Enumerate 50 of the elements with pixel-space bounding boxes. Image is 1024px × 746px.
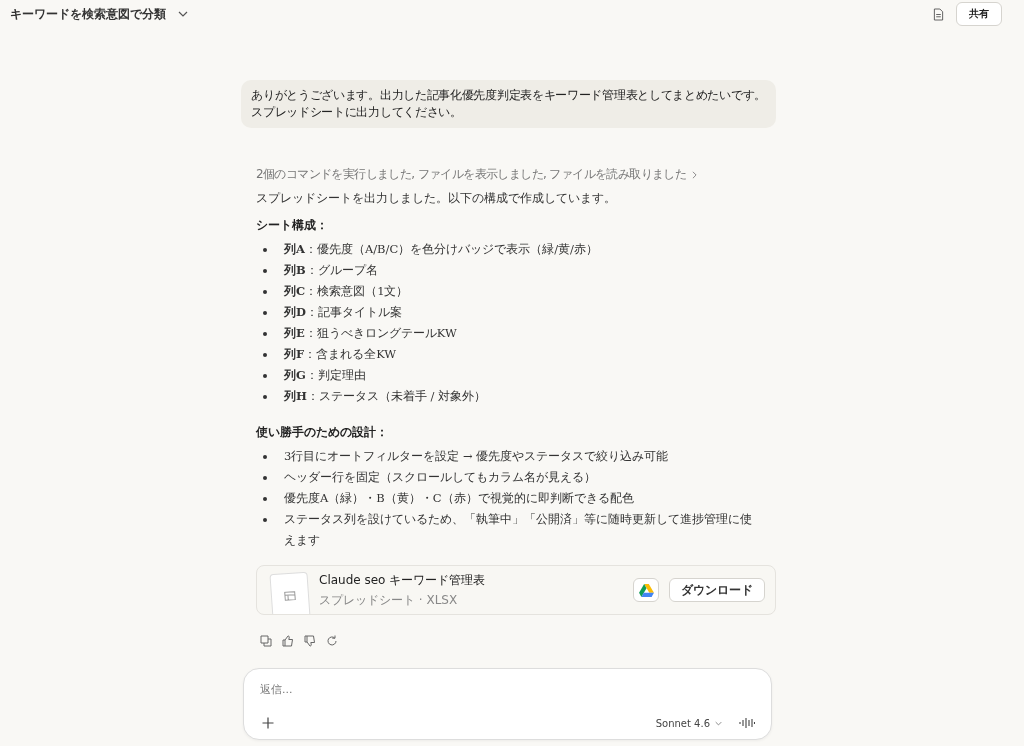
chevron-down-icon[interactable] [178, 11, 188, 17]
bullet-icon [263, 374, 267, 378]
bullet-icon [263, 455, 267, 459]
tool-summary[interactable]: 2個のコマンドを実行しました, ファイルを表示しました, ファイルを読み取りました [256, 166, 687, 183]
bullet-icon [263, 290, 267, 294]
list-item: 列A：優先度（A/B/C）を色分けバッジで表示（緑/黄/赤） [284, 241, 598, 258]
list-item: 3行目にオートフィルターを設定 → 優先度やステータスで絞り込み可能 [284, 448, 669, 465]
bullet-icon [263, 518, 267, 522]
list-item: 列E：狙うべきロングテールKW [284, 325, 457, 342]
bullet-icon [263, 311, 267, 315]
list-item: ステータス列を設けているため、「執筆中」「公開済」等に随時更新して進捗管理に使えます [284, 511, 753, 549]
drive-button[interactable] [633, 578, 659, 602]
retry-icon[interactable] [326, 635, 338, 647]
message-composer[interactable]: 返信... Sonnet 4.6 [243, 668, 772, 740]
thumbs-up-icon[interactable] [282, 635, 294, 647]
list-item: 優先度A（緑）・B（黄）・C（赤）で視覚的に即判断できる配色 [284, 490, 634, 507]
bullet-icon [263, 248, 267, 252]
list-item: 列D：記事タイトル案 [284, 304, 402, 321]
chevron-right-icon[interactable] [692, 170, 698, 179]
share-button[interactable]: 共有 [956, 2, 1002, 26]
drive-icon [638, 583, 654, 597]
download-button[interactable]: ダウンロード [669, 578, 765, 602]
list-item: 列F：含まれる全KW [284, 346, 397, 363]
user-message: ありがとうございます。出力した記事化優先度判定表をキーワード管理表としてまとめたいです。 スプレッドシートに出力してください。 [241, 80, 776, 128]
bullet-icon [263, 353, 267, 357]
bullet-icon [263, 395, 267, 399]
response-text: スプレッドシートを出力しました。以下の構成で作成しています。 [256, 191, 617, 206]
list-item: 列H：ステータス（未着手 / 対象外） [284, 388, 487, 405]
list-item: 列G：判定理由 [284, 367, 366, 384]
list-item: 列C：検索意図（1文） [284, 283, 409, 300]
file-card[interactable]: Claude seo キーワード管理表 スプレッドシート · XLSX ダウンロード [256, 565, 776, 615]
chat-title[interactable]: キーワードを検索意図で分類 [10, 5, 166, 23]
section-heading: 使い勝手のための設計： [256, 425, 389, 440]
plus-icon[interactable] [262, 717, 274, 729]
model-selector[interactable]: Sonnet 4.6 [655, 717, 710, 729]
bullet-icon [263, 332, 267, 336]
reply-field[interactable]: 返信... [258, 681, 462, 698]
voice-icon[interactable] [739, 717, 755, 729]
table-icon [283, 590, 297, 602]
thumbs-down-icon[interactable] [304, 635, 316, 647]
list-item: ヘッダー行を固定（スクロールしてもカラム名が見える） [284, 469, 596, 486]
file-type: スプレッドシート · XLSX [319, 591, 459, 609]
bullet-icon [263, 497, 267, 501]
bullet-icon [263, 476, 267, 480]
document-icon[interactable] [933, 7, 944, 21]
section-heading: シート構成： [256, 218, 329, 233]
list-item: 列B：グループ名 [284, 262, 378, 279]
file-name: Claude seo キーワード管理表 [319, 571, 487, 589]
bullet-icon [263, 269, 267, 273]
copy-icon[interactable] [260, 635, 272, 647]
